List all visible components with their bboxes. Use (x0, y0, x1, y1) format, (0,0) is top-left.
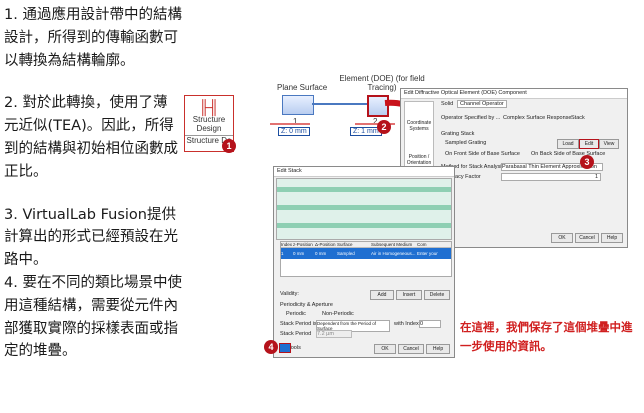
stack-period-is-label: Stack Period is (280, 321, 317, 327)
delete-button[interactable]: Delete (424, 290, 450, 300)
stack-period-label: Stack Period (280, 331, 312, 337)
back-side-option[interactable]: On Back Side of Base Surface (531, 151, 605, 157)
index-input[interactable]: 0 (419, 320, 441, 328)
badge-1: 1 (222, 139, 236, 153)
col-comment: Com (417, 242, 427, 247)
load-button[interactable]: Load (557, 139, 579, 149)
validity-label: Validity: (280, 291, 299, 297)
row-z: 0 mm (293, 251, 305, 256)
insert-button[interactable]: Insert (396, 290, 422, 300)
accuracy-input[interactable]: 1 (501, 173, 601, 181)
badge-3: 3 (580, 155, 594, 169)
stack-layer-1 (277, 187, 451, 192)
stack-table: Index z-Position Δ-Position Surface Subs… (280, 241, 452, 277)
add-button[interactable]: Add (370, 290, 394, 300)
step-4: 4. 要在不同的類比場景中使用這種結構，需要從元件內部獲取實際的採樣表面或指定的… (4, 274, 182, 360)
step-1: 1. 通過應用設計帶中的結構設計，所得到的傳輸函數可以轉換為結構輪廓。 (4, 7, 182, 69)
red-marker-1 (270, 123, 310, 125)
row-index: 1 (281, 251, 284, 256)
stack-dialog-title: Edit Stack (274, 167, 454, 177)
sampled-grating: Sampled Grating (445, 140, 487, 146)
periodicity-label: Periodicity & Aperture (280, 302, 333, 308)
stack-layer-3 (277, 223, 451, 228)
component-ok-button[interactable]: OK (551, 233, 573, 243)
stack-period-value: 7.2 µm (316, 330, 352, 338)
light-path-line (312, 103, 367, 105)
badge-4: 4 (264, 340, 278, 354)
structure-design-label-1: Structure (192, 115, 226, 124)
row-medium: Air in Homogeneous... (371, 251, 416, 256)
plane-surface-component[interactable] (282, 95, 314, 115)
stack-layer-2 (277, 205, 451, 210)
option-stack[interactable]: Stack (571, 115, 585, 121)
view-button[interactable]: View (599, 139, 619, 149)
table-row[interactable]: 1 0 mm 0 mm Sampled Surface Air in Homog… (281, 248, 451, 267)
periodic-option[interactable]: Periodic (286, 311, 306, 317)
stack-preview (276, 178, 452, 240)
grating-stack-label: Grating Stack (441, 131, 475, 137)
edit-button[interactable]: Edit (579, 139, 599, 149)
row-surface: Sampled Surface (337, 251, 355, 267)
step-3: 3. VirtualLab Fusion提供計算出的形式已經預設在光路中。 (4, 206, 178, 269)
with-index-label: with Index (394, 321, 419, 327)
non-periodic-option[interactable]: Non-Periodic (322, 311, 354, 317)
col-delta: Δ-Position (315, 242, 336, 247)
col-index: Index (281, 242, 293, 247)
row-delta: 0 mm (315, 251, 327, 256)
stack-ok-button[interactable]: OK (374, 344, 396, 354)
col-z: z-Position (293, 242, 313, 247)
option-complex[interactable]: Complex Surface Response (503, 115, 571, 121)
structure-design-icon: ╟╢ (199, 99, 219, 115)
front-side-option[interactable]: On Front Side of Base Surface (445, 151, 520, 157)
stack-help-button[interactable]: Help (426, 344, 450, 354)
annotation-note: 在這裡，我們保存了這個堆疊中進一步使用的資訊。 (460, 320, 633, 353)
component-cancel-button[interactable]: Cancel (575, 233, 599, 243)
edit-stack-dialog: Edit Stack Index z-Position Δ-Position S… (273, 166, 455, 358)
doe-dialog-title: Edit Diffractive Optical Element (DOE) C… (401, 89, 627, 99)
side-position[interactable]: Position / Orientation (405, 154, 433, 166)
col-surface: Surface (337, 242, 353, 247)
plane-surface-label: Plane Surface (277, 83, 328, 92)
side-coordinate[interactable]: Coordinate Systems (405, 120, 433, 132)
step-2: 2. 對於此轉換，使用了薄元近似(TEA)。因此，所得到的結構與初始相位函數成正… (4, 95, 178, 180)
distance-1: Z: 0 mm (278, 127, 310, 136)
save-icon[interactable] (279, 343, 291, 353)
col-medium: Subsequent Medium (371, 242, 413, 247)
component-help-button[interactable]: Help (601, 233, 623, 243)
structure-design-label-2: Design (196, 124, 222, 133)
tab-channel-operator[interactable]: Channel Operator (457, 100, 507, 108)
operator-label: Operator Specified by ... (441, 115, 501, 121)
tab-solid[interactable]: Solid (441, 101, 453, 107)
stack-cancel-button[interactable]: Cancel (398, 344, 424, 354)
instruction-steps: 1. 通過應用設計帶中的結構設計，所得到的傳輸函數可以轉換為結構輪廓。 2. 對… (4, 4, 244, 363)
row-comment: Enter your comment (417, 251, 438, 267)
